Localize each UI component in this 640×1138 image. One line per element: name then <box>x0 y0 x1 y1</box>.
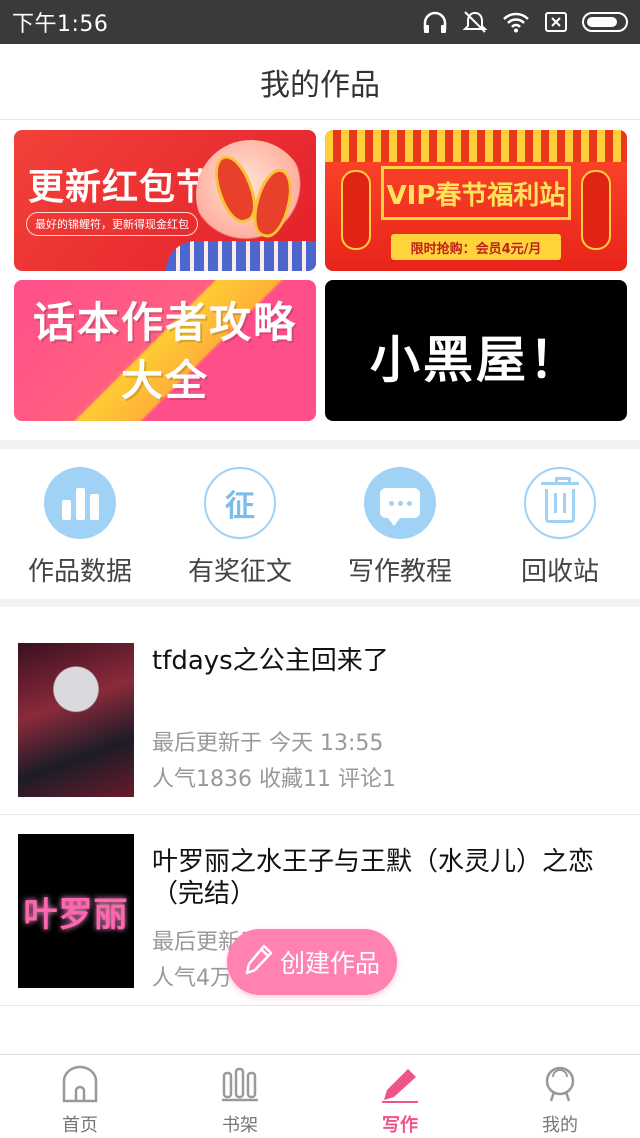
banner-vip-spring[interactable]: VIP春节福利站 限时抢购：会员4元/月 <box>325 130 627 271</box>
koi-fish-illustration <box>196 140 306 250</box>
nav-write[interactable]: 写作 <box>320 1055 480 1138</box>
tutorial-chat-icon <box>364 467 436 539</box>
work-cover-text: 叶罗丽 <box>23 894 129 935</box>
action-tutorial[interactable]: 写作教程 <box>320 449 480 599</box>
contest-icon: 征 <box>204 467 276 539</box>
pen-icon <box>380 1065 420 1107</box>
roof-decoration <box>325 130 627 162</box>
banner-red-packet-title: 更新红包节 <box>28 167 214 208</box>
nav-profile-label: 我的 <box>542 1115 578 1136</box>
profile-icon <box>540 1065 580 1107</box>
wifi-icon <box>502 11 530 33</box>
action-contest-label: 有奖征文 <box>187 557 292 587</box>
header: 我的作品 <box>0 44 640 120</box>
banner-black-house[interactable]: 小黑屋！ <box>325 280 627 421</box>
home-icon <box>60 1065 100 1107</box>
lantern-icon <box>581 170 611 250</box>
action-work-data-label: 作品数据 <box>27 557 132 587</box>
nav-home[interactable]: 首页 <box>0 1055 160 1138</box>
create-work-label: 创建作品 <box>279 949 380 978</box>
status-icons <box>422 10 628 34</box>
battery-icon <box>582 12 628 32</box>
page-title: 我的作品 <box>260 67 380 103</box>
status-bar: 下午1:56 <box>0 0 640 44</box>
status-time: 下午1:56 <box>12 12 109 37</box>
banner-author-guide-title: 话本作者攻略 大全 <box>14 294 316 410</box>
work-updated: 最后更新于 今天 13:55 <box>152 731 384 756</box>
headphones-icon <box>422 10 448 34</box>
action-recycle-bin[interactable]: 回收站 <box>480 449 640 599</box>
work-cover: 叶罗丽 <box>18 834 134 988</box>
banner-author-guide[interactable]: 话本作者攻略 大全 <box>14 280 316 421</box>
work-stats: 人气1836 收藏11 评论1 <box>152 767 396 792</box>
bottom-nav: 首页 书架 写作 我的 <box>0 1054 640 1138</box>
contest-glyph: 征 <box>225 489 255 524</box>
nav-write-label: 写作 <box>382 1115 418 1136</box>
nav-bookshelf-label: 书架 <box>222 1115 258 1136</box>
bar-chart-icon <box>44 467 116 539</box>
banner-black-house-title: 小黑屋！ <box>370 331 582 389</box>
wave-decoration <box>166 241 316 271</box>
action-recycle-bin-label: 回收站 <box>520 557 599 587</box>
work-stats: 人气4万 <box>152 966 232 991</box>
mute-icon <box>462 10 488 34</box>
nav-home-label: 首页 <box>62 1115 98 1136</box>
pencil-icon <box>244 943 274 981</box>
work-title: 叶罗丽之水王子与王默（水灵儿）之恋（完结） <box>152 847 595 909</box>
banner-author-guide-line1: 话本作者攻略 <box>32 298 297 347</box>
banner-vip-title: VIP春节福利站 <box>386 180 566 211</box>
action-work-data[interactable]: 作品数据 <box>0 449 160 599</box>
banner-red-packet[interactable]: 更新红包节 最好的锦鲤符，更新得现金红包 <box>14 130 316 271</box>
banner-red-packet-subtitle: 最好的锦鲤符，更新得现金红包 <box>26 212 198 236</box>
work-title: tfdays之公主回来了 <box>152 646 389 676</box>
trash-icon <box>524 467 596 539</box>
create-work-button[interactable]: 创建作品 <box>227 929 397 995</box>
banner-vip-tag: 限时抢购：会员4元/月 <box>391 234 561 260</box>
koi-fish-icon <box>247 164 299 242</box>
action-contest[interactable]: 征 有奖征文 <box>160 449 320 599</box>
quick-actions: 作品数据 征 有奖征文 写作教程 回收站 <box>0 449 640 599</box>
no-sim-icon <box>544 11 568 33</box>
banner-grid: 更新红包节 最好的锦鲤符，更新得现金红包 VIP春节福利站 限时抢购：会员4元/… <box>0 120 640 440</box>
work-item[interactable]: tfdays之公主回来了 最后更新于 今天 13:55 人气1836 收藏11 … <box>0 607 640 815</box>
bookshelf-icon <box>220 1065 260 1107</box>
work-cover <box>18 643 134 797</box>
nav-profile[interactable]: 我的 <box>480 1055 640 1138</box>
banner-author-guide-line2: 大全 <box>120 356 209 405</box>
banner-vip-frame: VIP春节福利站 <box>381 166 571 220</box>
nav-bookshelf[interactable]: 书架 <box>160 1055 320 1138</box>
lantern-icon <box>341 170 371 250</box>
action-tutorial-label: 写作教程 <box>347 557 452 587</box>
